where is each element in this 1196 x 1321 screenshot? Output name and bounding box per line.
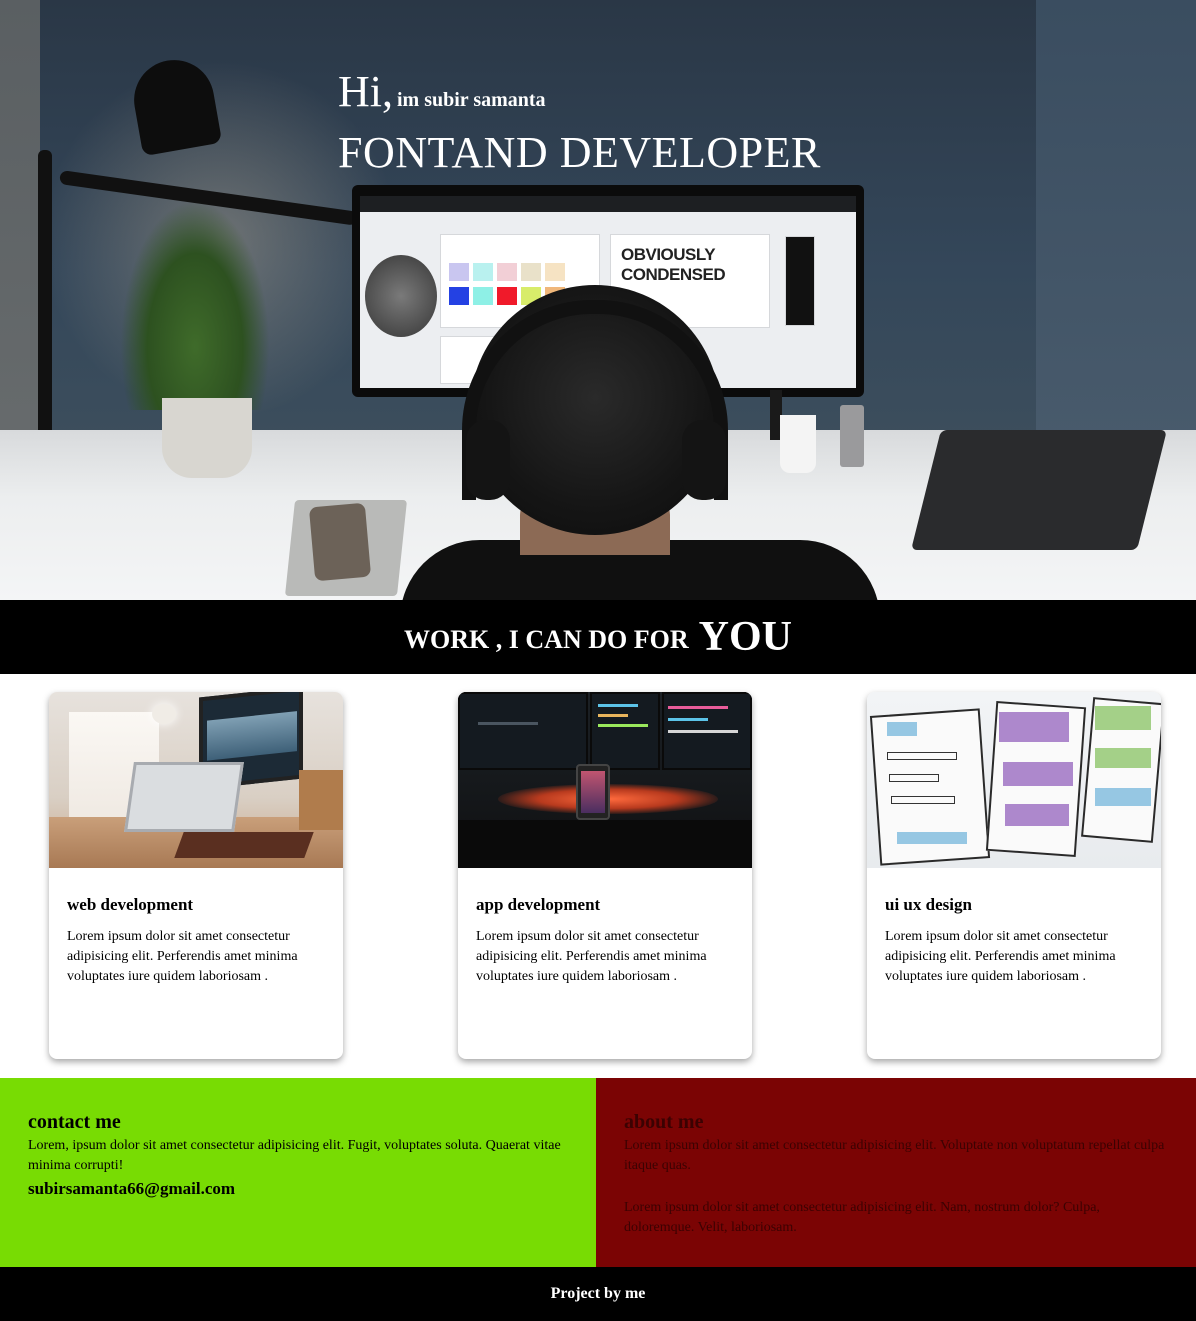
swatch [497, 263, 517, 281]
hero-microphone [365, 255, 437, 337]
code-line [478, 722, 538, 725]
contact-email-link[interactable]: subirsamanta66@gmail.com [28, 1179, 568, 1199]
banner-text: WORK , I CAN DO FOR [404, 625, 689, 654]
about-paragraph-2: Lorem ipsum dolor sit amet consectetur a… [624, 1200, 1100, 1235]
hero-section: OBVIOUSLY CONDENSED Hi, im subir samanta… [0, 0, 1196, 600]
about-section: about me Lorem ipsum dolor sit amet cons… [596, 1078, 1196, 1267]
swatch [545, 263, 565, 281]
photo-screen-left [458, 692, 588, 770]
service-image-uiux [867, 692, 1161, 868]
photo-desk-pad [174, 832, 314, 858]
swatch [473, 287, 493, 305]
service-description: Lorem ipsum dolor sit amet consectetur a… [476, 929, 707, 984]
footer-text: Project by me [550, 1285, 646, 1302]
about-spacer [624, 1176, 1168, 1196]
swatch [497, 287, 517, 305]
service-card-web[interactable]: web development Lorem ipsum dolor sit am… [49, 692, 343, 1059]
sketch-line [889, 774, 939, 782]
service-card-app[interactable]: app development Lorem ipsum dolor sit am… [458, 692, 752, 1059]
sketch-color [887, 722, 917, 736]
code-line [668, 706, 728, 709]
service-title: app development [476, 895, 601, 914]
service-image-app [458, 692, 752, 868]
photo-lamp [152, 704, 176, 724]
code-line [668, 718, 708, 721]
swatch [521, 263, 541, 281]
swatch [473, 263, 493, 281]
hero-plant-pot [162, 398, 252, 478]
code-line [598, 704, 638, 707]
services-banner: WORK , I CAN DO FOR YOU [0, 600, 1196, 674]
sketch-color [1003, 762, 1073, 786]
service-description: Lorem ipsum dolor sit amet consectetur a… [67, 929, 298, 984]
hero-succulent [780, 415, 816, 473]
service-card-uiux[interactable]: ui ux design Lorem ipsum dolor sit amet … [867, 692, 1161, 1059]
sketch-color [1095, 788, 1151, 806]
hero-greeting-line: Hi, im subir samanta [338, 66, 821, 118]
service-image-web [49, 692, 343, 868]
service-description: Lorem ipsum dolor sit amet consectetur a… [885, 929, 1116, 984]
photo-plant-pot [299, 770, 343, 830]
hero-laptop [911, 430, 1167, 550]
code-line [668, 730, 738, 733]
hero-lamp-pole [38, 150, 52, 460]
screen-toolbar [360, 196, 856, 212]
sketch-color [999, 712, 1069, 742]
about-heading: about me [624, 1111, 704, 1133]
photo-laptop [124, 762, 244, 832]
hero-headphone-left [466, 420, 510, 500]
contact-section: contact me Lorem, ipsum dolor sit amet c… [0, 1078, 596, 1267]
photo-keyboard [458, 820, 752, 868]
page-footer: Project by me [0, 1267, 1196, 1321]
code-line [598, 714, 628, 717]
service-title: web development [67, 895, 194, 914]
hero-intro: im subir samanta [397, 89, 546, 111]
swatch [449, 287, 469, 305]
screen-headline: OBVIOUSLY CONDENSED [621, 245, 726, 284]
sketch-color [897, 832, 967, 844]
contact-text: Lorem, ipsum dolor sit amet consectetur … [28, 1138, 561, 1173]
sketch-line [891, 796, 955, 804]
hero-phone [308, 502, 372, 582]
hero-plant [120, 200, 270, 410]
banner-emphasis: YOU [698, 614, 792, 660]
sketch-color [1005, 804, 1069, 826]
hero-headphone-right [682, 420, 726, 500]
about-paragraph-1: Lorem ipsum dolor sit amet consectetur a… [624, 1138, 1165, 1173]
screen-side-panel [785, 236, 815, 326]
sketch-line [887, 752, 957, 760]
hero-hub [840, 405, 864, 467]
hero-role: FONTAND DEVELOPER [338, 128, 821, 177]
service-title: ui ux design [885, 895, 972, 914]
sketch-color [1095, 748, 1151, 768]
hero-text: Hi, im subir samanta FONTAND DEVELOPER [338, 66, 821, 178]
hero-greeting: Hi, [338, 67, 393, 116]
contact-heading: contact me [28, 1111, 121, 1133]
sketch-color [1095, 706, 1151, 730]
photo-phone [576, 764, 610, 820]
code-line [598, 724, 648, 727]
swatch [449, 263, 469, 281]
